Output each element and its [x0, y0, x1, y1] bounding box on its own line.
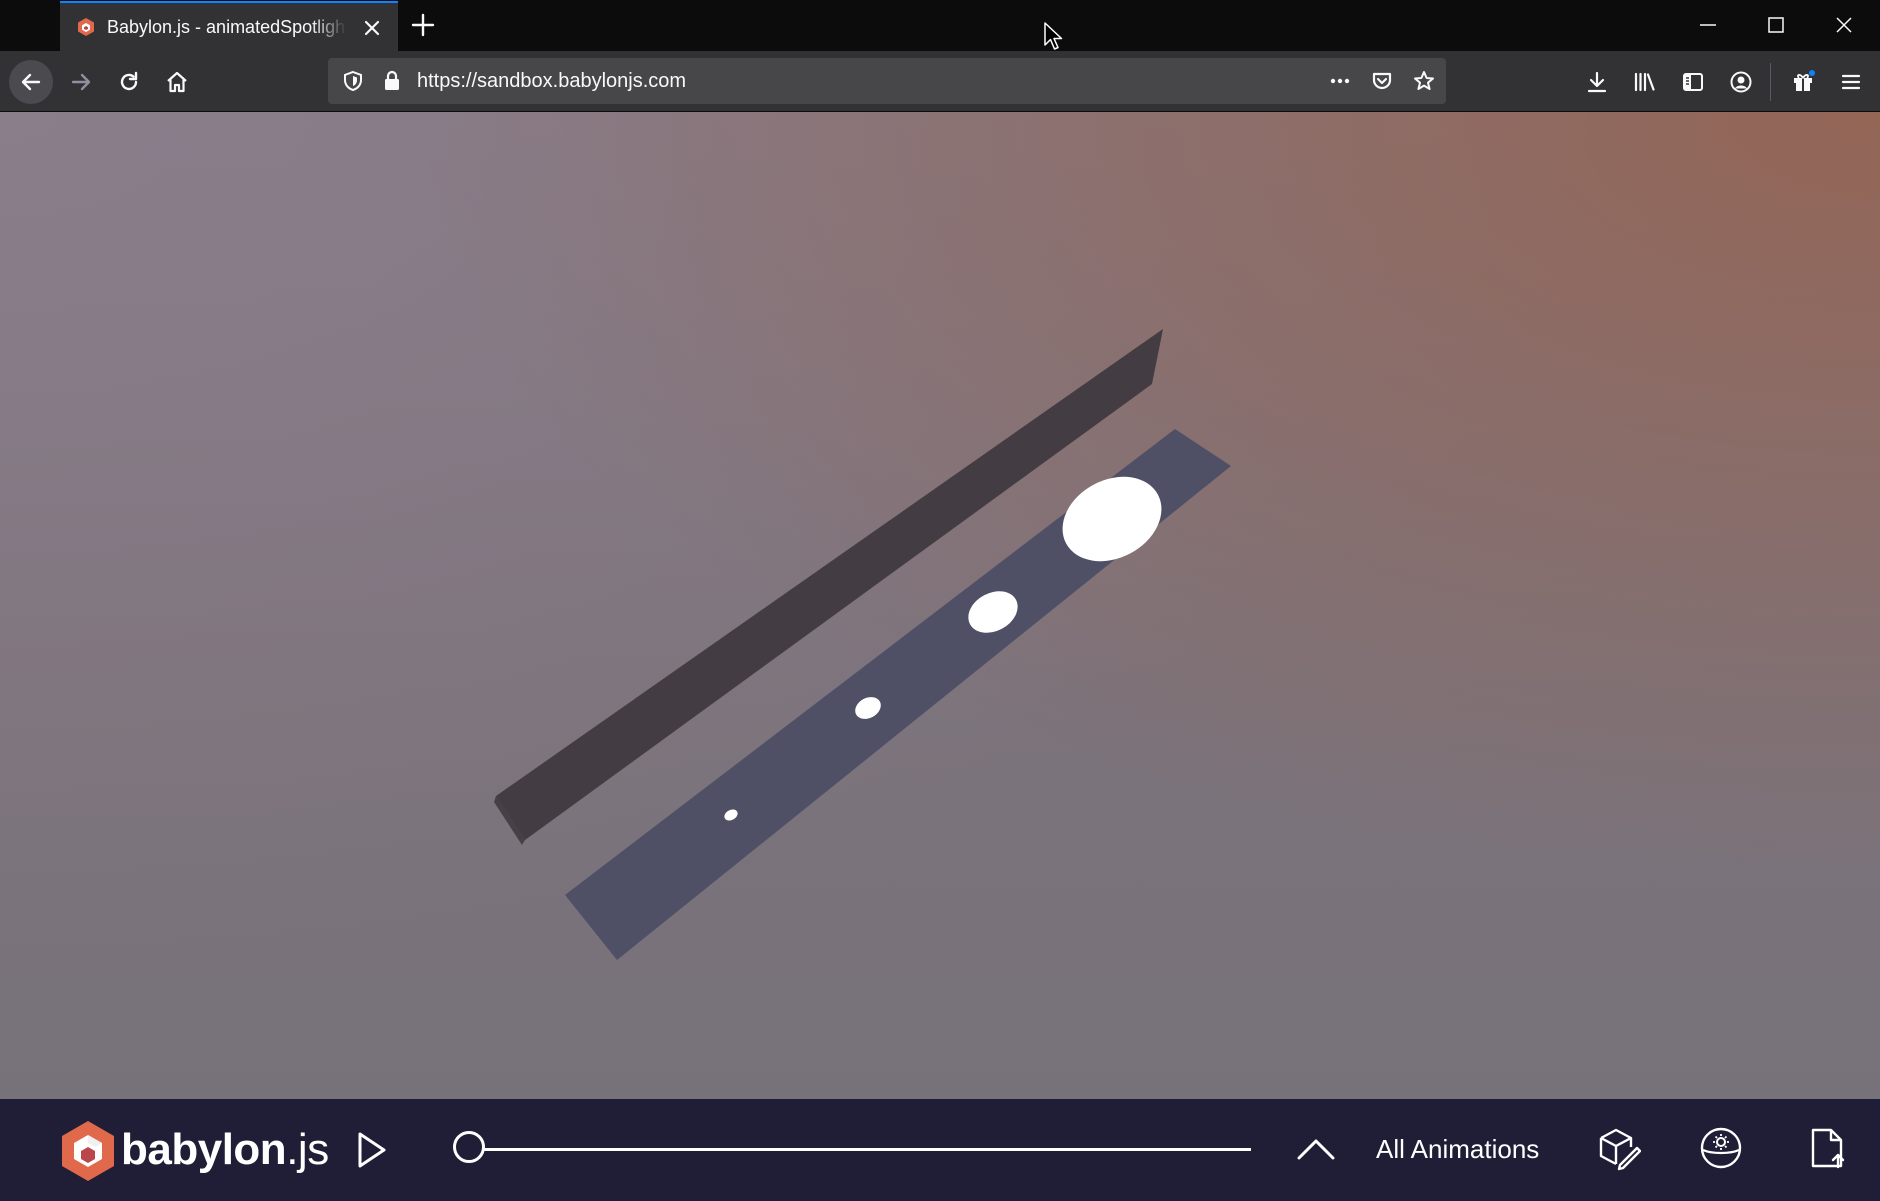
- brand-suffix: .js: [286, 1125, 329, 1174]
- inspector-cube-icon[interactable]: [1595, 1125, 1641, 1171]
- timeline-thumb[interactable]: [453, 1131, 485, 1163]
- sidebar-button[interactable]: [1671, 60, 1715, 104]
- extensions-button[interactable]: [1781, 60, 1825, 104]
- account-icon: [1730, 71, 1752, 93]
- sandbox-footer: babylon.js All Animations: [0, 1099, 1880, 1201]
- navigation-toolbar: https://sandbox.babylonjs.com: [0, 51, 1880, 112]
- tab-strip: Babylon.js - animatedSpotlight: [0, 0, 1880, 51]
- animation-selector[interactable]: All Animations: [1376, 1134, 1539, 1165]
- file-upload-icon[interactable]: [1804, 1125, 1850, 1171]
- timeline-track[interactable]: [469, 1148, 1251, 1151]
- app-menu-button[interactable]: [1829, 60, 1873, 104]
- chevron-up-icon[interactable]: [1296, 1131, 1336, 1167]
- sidebar-icon: [1683, 73, 1703, 91]
- environment-globe-icon[interactable]: [1698, 1125, 1744, 1171]
- url-text[interactable]: https://sandbox.babylonjs.com: [417, 70, 686, 93]
- arrow-right-icon: [71, 73, 91, 91]
- url-bar[interactable]: https://sandbox.babylonjs.com: [328, 58, 1446, 104]
- babylon-logo-icon[interactable]: [60, 1119, 116, 1183]
- maximize-icon: [1768, 17, 1784, 33]
- ellipsis-icon[interactable]: [1328, 69, 1352, 93]
- home-button[interactable]: [155, 60, 199, 104]
- gift-icon: [1794, 70, 1815, 91]
- account-button[interactable]: [1719, 60, 1763, 104]
- library-icon: [1634, 72, 1655, 92]
- pocket-icon[interactable]: [1370, 69, 1394, 93]
- mouse-cursor-icon: [1044, 22, 1063, 50]
- brand-name: babylon: [121, 1125, 287, 1174]
- close-window-icon: [1836, 17, 1852, 33]
- browser-window: Babylon.js - animatedSpotlight https://s…: [0, 0, 1880, 1201]
- babylon-favicon-icon: [78, 18, 94, 36]
- animation-timeline-slider[interactable]: [449, 1129, 1251, 1169]
- maximize-button[interactable]: [1742, 0, 1810, 50]
- minimize-button[interactable]: [1674, 0, 1742, 50]
- arrow-left-icon: [21, 73, 41, 91]
- tab-babylon-sandbox[interactable]: Babylon.js - animatedSpotlight: [60, 1, 398, 51]
- download-icon: [1587, 71, 1607, 93]
- downloads-button[interactable]: [1575, 60, 1619, 104]
- close-window-button[interactable]: [1810, 0, 1878, 50]
- star-icon[interactable]: [1412, 69, 1436, 93]
- forward-button[interactable]: [59, 60, 103, 104]
- toolbar-separator: [1770, 63, 1771, 101]
- minimize-icon: [1700, 24, 1716, 26]
- hamburger-menu-icon: [1841, 74, 1861, 90]
- back-button[interactable]: [9, 60, 53, 104]
- home-icon: [167, 71, 187, 93]
- reload-icon: [120, 71, 138, 91]
- tab-title: Babylon.js - animatedSpotlight: [107, 17, 347, 37]
- new-tab-icon[interactable]: [410, 12, 436, 38]
- scene-render: [494, 329, 1231, 960]
- tracking-shield-icon[interactable]: [341, 69, 365, 93]
- lock-icon[interactable]: [380, 69, 404, 93]
- play-icon[interactable]: [356, 1131, 388, 1169]
- render-canvas[interactable]: [0, 112, 1880, 1099]
- library-button[interactable]: [1623, 60, 1667, 104]
- babylon-brand[interactable]: babylon.js: [121, 1125, 329, 1175]
- close-tab-icon[interactable]: [360, 16, 384, 40]
- reload-button[interactable]: [107, 60, 151, 104]
